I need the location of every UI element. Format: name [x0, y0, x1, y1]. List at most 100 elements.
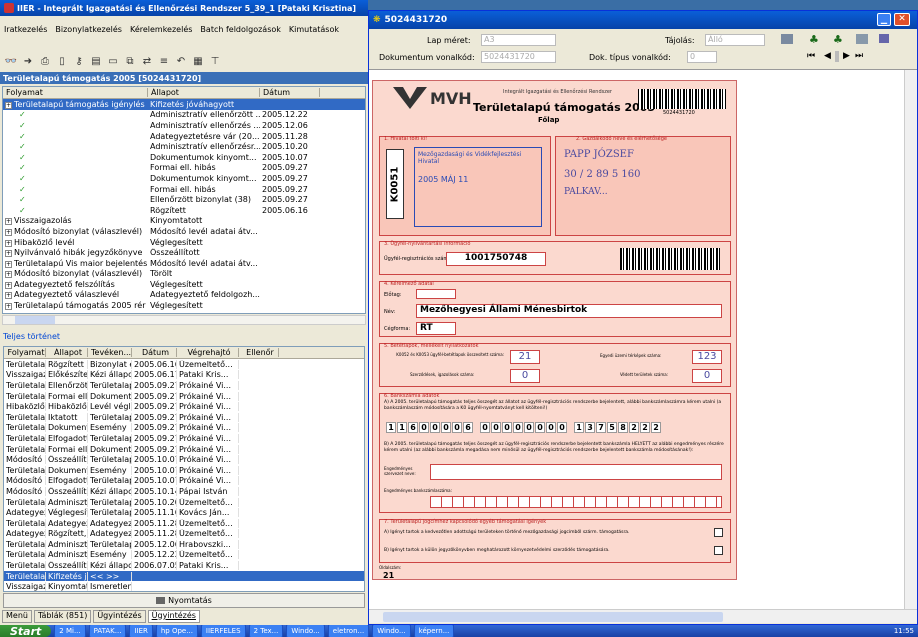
tree-row[interactable]: + Visszaigazolás Kinyomtatott: [3, 216, 365, 227]
expand-icon[interactable]: +: [5, 292, 12, 300]
tree-row[interactable]: + Területalapú támogatás 2005 rér Végleges…: [3, 300, 365, 311]
print-icon[interactable]: ⎙: [38, 54, 52, 68]
hcol-vegrehajto[interactable]: Végrehajtó: [177, 348, 239, 357]
expand-icon[interactable]: +: [5, 260, 12, 268]
history-row[interactable]: Területalap...RögzítettBizonylat el...20…: [4, 359, 364, 370]
taskbar-item[interactable]: Windo...: [372, 625, 411, 637]
main-window-titlebar[interactable]: IIER - Integrált Igazgatási és Ellenőrzé…: [0, 0, 368, 16]
history-row[interactable]: Területalap...Adminisztr...Területalap..…: [4, 497, 364, 508]
hcol-tevekenyseg[interactable]: Tevéken...: [88, 348, 132, 357]
page-slider[interactable]: [835, 51, 839, 62]
tree-row[interactable]: ✓ Adategyeztetésre vár (20... 2005.11.28: [3, 131, 365, 142]
history-row[interactable]: Területalap...ElfogadottTerületalap...20…: [4, 433, 364, 444]
history-row[interactable]: Visszaigaz...KinyomtatottIsmeretlen ...: [4, 581, 364, 591]
dok-vonalkod-input[interactable]: 5024431720: [481, 51, 556, 63]
hcol-ellenor[interactable]: Ellenőr: [239, 348, 279, 357]
start-button[interactable]: Start: [0, 625, 52, 637]
col-datum[interactable]: Dátum: [260, 88, 320, 97]
undo-icon[interactable]: ↶: [174, 54, 188, 68]
last-page-icon[interactable]: ⏭: [855, 51, 863, 61]
list-icon[interactable]: ≡: [157, 54, 171, 68]
next-page-icon[interactable]: ▶: [843, 51, 850, 61]
tree-row[interactable]: + Adategyeztető válaszlevél Adategyeztető …: [3, 290, 365, 301]
tree-row[interactable]: ✓ Adminisztratív ellenőrzött ... 2005.12.2…: [3, 110, 365, 121]
tree-hscroll[interactable]: [2, 315, 366, 325]
history-row[interactable]: Területalap...Adminisztr...Esemény2005.1…: [4, 550, 364, 561]
print-button[interactable]: Nyomtatás: [3, 593, 365, 608]
note-icon[interactable]: ▤: [89, 54, 103, 68]
tree-row[interactable]: ✓ Dokumentumok kinyomt... 2005.09.27: [3, 173, 365, 184]
zoom-out-icon[interactable]: ♣: [833, 33, 843, 46]
history-row[interactable]: Módosító bi...ElfogadottTerületalap...20…: [4, 476, 364, 487]
menu-bizonylatkezeles[interactable]: Bizonylatkezelés: [51, 25, 126, 34]
col-allapot[interactable]: Állapot: [148, 88, 260, 97]
dok-tipus-input[interactable]: 0: [687, 51, 717, 63]
taskbar-item[interactable]: IIERFELES: [200, 625, 246, 637]
tree-row[interactable]: ✓ Rögzített 2005.06.16: [3, 205, 365, 216]
expand-icon[interactable]: +: [5, 271, 12, 279]
tajolas-select[interactable]: Álló: [705, 34, 765, 46]
taskbar-item[interactable]: IIER: [129, 625, 153, 637]
tree-row[interactable]: + Adategyeztető felszólítás Véglegesített: [3, 279, 365, 290]
history-row[interactable]: Területalap...Ellenőrzött ...Területalap…: [4, 380, 364, 391]
tree-icon[interactable]: ⊤: [208, 54, 222, 68]
lap-meret-select[interactable]: A3: [481, 34, 556, 46]
hcol-folyamat[interactable]: Folyamat: [4, 348, 46, 357]
taskbar-item[interactable]: 2 Tex...: [248, 625, 284, 637]
taskbar-item[interactable]: PATAK...: [88, 625, 127, 637]
menu-kerelemkezeles[interactable]: Kérelemkezelés: [126, 25, 196, 34]
hcol-allapot[interactable]: Állapot: [46, 348, 88, 357]
tree-row[interactable]: ✓ Dokumentumok kinyomt... 2005.10.07: [3, 152, 365, 163]
tree-row[interactable]: + Hibaközlő levél Véglegesített: [3, 237, 365, 248]
taskbar-item[interactable]: Windo...: [286, 625, 325, 637]
taskbar-item[interactable]: 2 Mi...: [54, 625, 86, 637]
tree-row[interactable]: ✓ Adminisztratív ellenőrzésr... 2005.10.20: [3, 141, 365, 152]
col-folyamat[interactable]: Folyamat: [3, 88, 148, 97]
history-row[interactable]: Visszaigaz...ElőkészítettKézi állapot...…: [4, 370, 364, 381]
history-row[interactable]: Területalap...Kifizetés jó...<< >>: [4, 570, 364, 582]
expand-icon[interactable]: +: [5, 250, 12, 258]
viewer-hscroll[interactable]: [369, 609, 917, 623]
tree-row[interactable]: + Területalapú Vis maior bejelentés Módosí…: [3, 258, 365, 269]
tree-row[interactable]: ✓ Formai ell. hibás 2005.09.27: [3, 163, 365, 174]
tree-row[interactable]: ✓ Formai ell. hibás 2005.09.27: [3, 184, 365, 195]
menu-batch[interactable]: Batch feldolgozások: [196, 25, 284, 34]
taskbar-item[interactable]: eletron...: [327, 625, 370, 637]
copy-icon[interactable]: ⧉: [123, 54, 137, 68]
expand-icon[interactable]: +: [5, 239, 12, 247]
tree-row[interactable]: + Módosító bizonylat (válaszlevél) Törölt: [3, 269, 365, 280]
tree-row[interactable]: ✓ Ellenőrzött bizonylat (38) 2005.09.27: [3, 194, 365, 205]
history-row[interactable]: Területalap...Formai ell. ...Dokument...…: [4, 391, 364, 402]
save-icon[interactable]: [781, 34, 793, 44]
expand-icon[interactable]: +: [5, 281, 12, 289]
tree-row[interactable]: ✓ Adminisztratív ellenőrzés ... 2005.12.06: [3, 120, 365, 131]
history-row[interactable]: Adategyezt...VéglegesítettTerületalap...…: [4, 507, 364, 518]
history-row[interactable]: Hibaközlő l...Hibaközlő l...Levél végle.…: [4, 401, 364, 412]
close-button[interactable]: ✕: [894, 13, 910, 26]
tab-ugyintezes-2[interactable]: Ügyintézés: [147, 610, 200, 623]
menu-kimutatasok[interactable]: Kimutatások: [285, 25, 343, 34]
zoom-in-icon[interactable]: ♣: [809, 33, 819, 46]
history-row[interactable]: Területalap...Adategyezt...Adategyezt...…: [4, 518, 364, 529]
history-row[interactable]: Területalap...IktatottTerületalap...2005…: [4, 412, 364, 423]
tree-row[interactable]: + Nyilvánvaló hibák jegyzőkönyve Összeállí…: [3, 247, 365, 258]
document-icon[interactable]: ▯: [55, 54, 69, 68]
tab-menu[interactable]: Menü: [2, 610, 32, 623]
tab-ugyintezes-1[interactable]: Ügyintézés: [93, 610, 146, 623]
arrows-icon[interactable]: ⇄: [140, 54, 154, 68]
arrow-right-icon[interactable]: ➜: [21, 54, 35, 68]
minimize-button[interactable]: ▁: [877, 13, 891, 26]
viewer-titlebar[interactable]: ❋ 5024431720: [369, 11, 917, 29]
menu-iratkezeles[interactable]: Iratkezelés: [0, 25, 51, 34]
key-icon[interactable]: ⚷: [72, 54, 86, 68]
page-icon[interactable]: ▭: [106, 54, 120, 68]
taskbar-item[interactable]: képern...: [413, 625, 455, 637]
grid-icon[interactable]: ▦: [191, 54, 205, 68]
tree-row[interactable]: + Területalapú támogatás igénylés Kifizeté…: [3, 99, 365, 110]
vscroll[interactable]: [904, 70, 917, 609]
history-row[interactable]: Területalap...Dokument...Esemény2005.09.…: [4, 423, 364, 434]
hcol-datum[interactable]: Dátum: [132, 348, 177, 357]
expand-icon[interactable]: +: [5, 228, 12, 236]
fit-icon[interactable]: [856, 34, 868, 44]
binoculars-icon[interactable]: 👓: [4, 54, 18, 68]
